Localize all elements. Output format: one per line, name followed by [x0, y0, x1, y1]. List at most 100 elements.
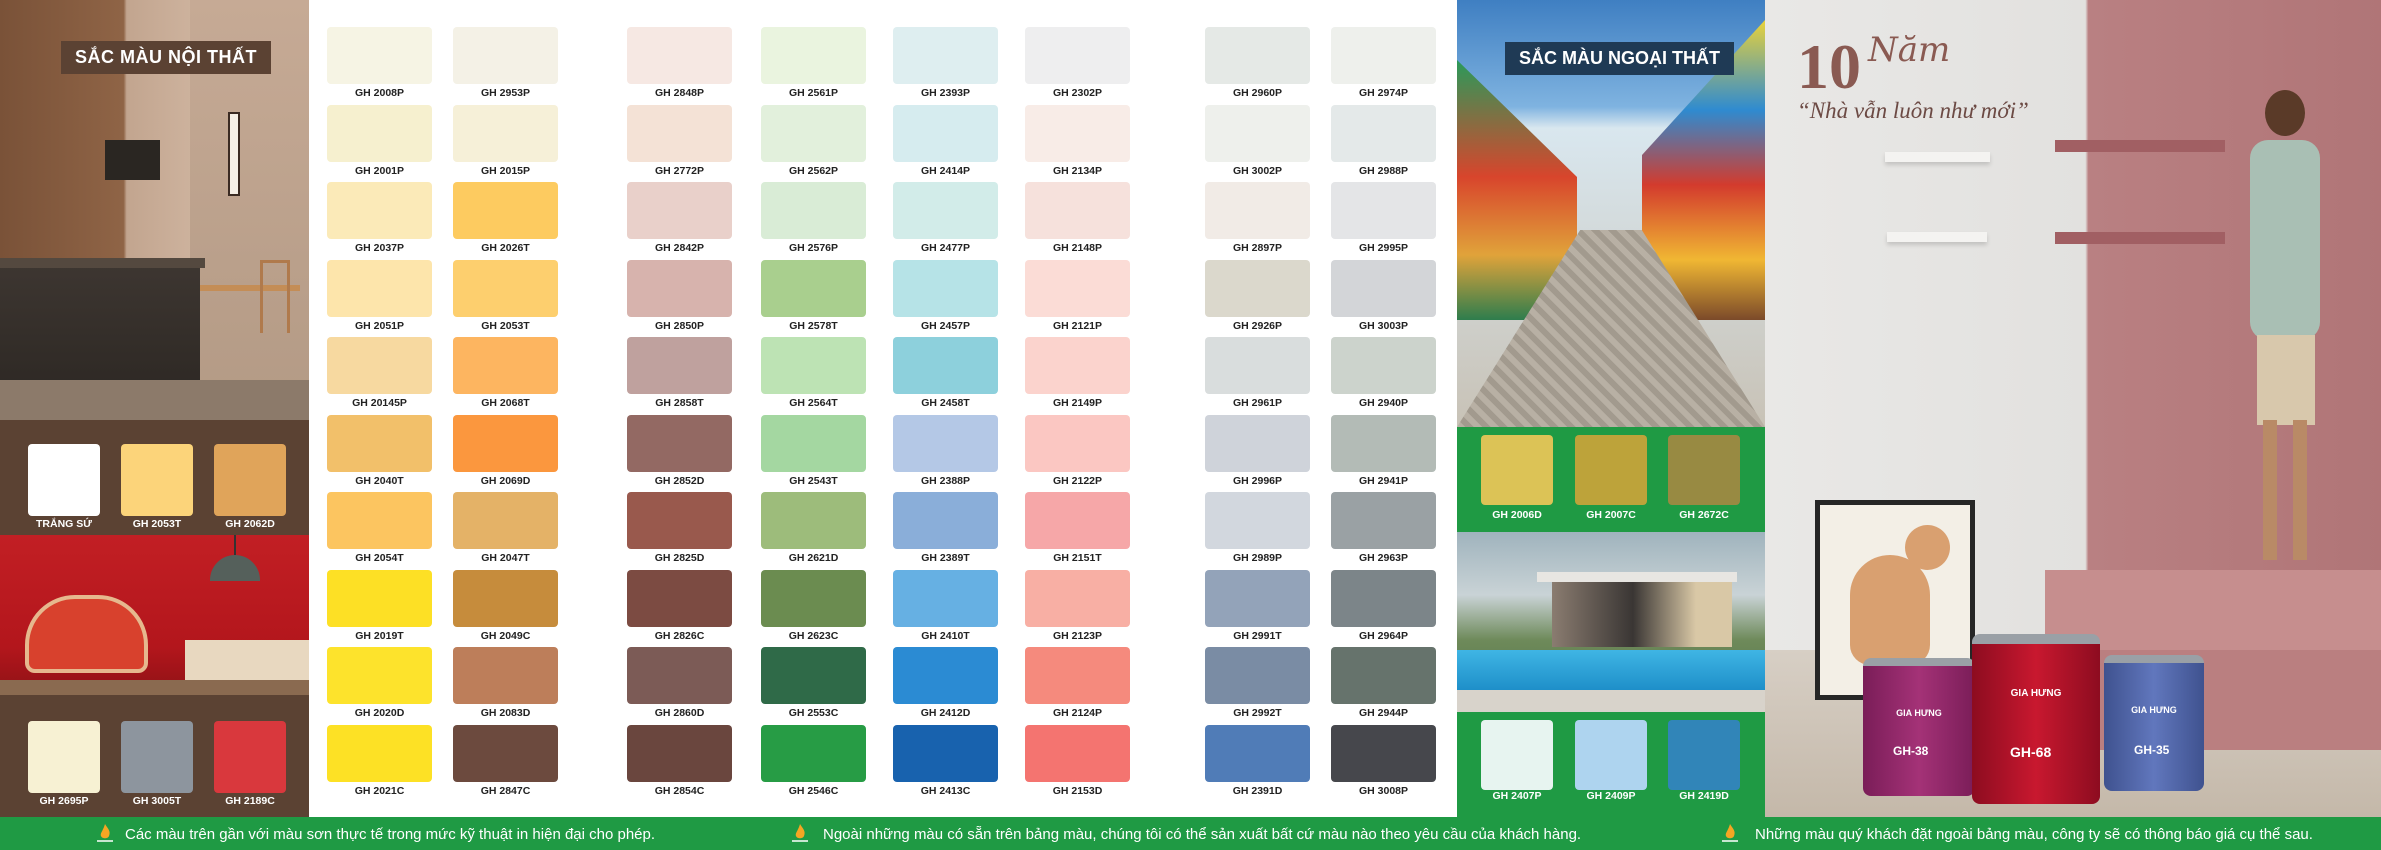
swatch-code: GH 2457P — [920, 319, 971, 332]
palette-swatch — [1331, 647, 1436, 704]
swatch-code: GH 3008P — [1358, 784, 1409, 797]
swatch-code: GH 2543T — [789, 474, 838, 487]
swatch-code: GH 2944P — [1358, 707, 1409, 719]
palette-swatch — [327, 492, 432, 549]
swatch-code: GH 2037P — [354, 242, 405, 254]
swatch-code: GH 2564T — [789, 397, 838, 409]
swatch-code: GH 2953P — [480, 87, 531, 99]
swatch-code: GH 3003P — [1358, 319, 1409, 332]
palette-swatch — [627, 182, 732, 239]
ten-years-number: 10 — [1797, 31, 1861, 102]
wall-shelf-4 — [2055, 232, 2225, 244]
can-name: GH-35 — [2134, 743, 2170, 757]
palette-swatch — [1205, 724, 1310, 782]
palette-swatch — [761, 337, 866, 394]
palette-swatch — [627, 337, 732, 394]
palette-swatch — [1205, 104, 1310, 162]
palette-swatch — [1205, 492, 1310, 549]
paint-can-gh38: GIA HƯNG GH-38 — [1863, 658, 1975, 796]
palette-swatch — [627, 724, 732, 782]
flame-logo-icon — [97, 824, 113, 842]
swatch-code: GH 2121P — [1052, 319, 1103, 332]
swatch-code: GH 2053T — [481, 319, 530, 332]
palette-swatch — [1205, 337, 1310, 394]
swatch-code: GH 2941P — [1358, 474, 1409, 487]
palette-swatch — [1331, 337, 1436, 394]
palette-swatch — [761, 492, 866, 549]
palette-swatch — [893, 492, 998, 549]
palette-swatch — [453, 27, 558, 84]
wall-shelf-3 — [2055, 140, 2225, 152]
palette-swatch — [1205, 414, 1310, 472]
palette-swatch — [761, 647, 866, 704]
palette-swatch — [1331, 104, 1436, 162]
swatch-code: GH 2040T — [355, 474, 404, 487]
swatch-code: GH 2578T — [789, 319, 838, 332]
promo-slogan: “Nhà vẫn luôn như mới” — [1797, 98, 2029, 123]
swatch-code: GH 2974P — [1358, 87, 1409, 99]
palette-swatch — [1025, 569, 1130, 627]
swatch-code: GH 2388P — [920, 474, 971, 487]
palette-swatch — [1025, 724, 1130, 782]
swatch-code: GH 2393P — [920, 87, 971, 99]
palette-swatch — [1025, 492, 1130, 549]
palette-swatch — [327, 414, 432, 472]
palette-swatch — [761, 104, 866, 162]
palette-swatch — [627, 647, 732, 704]
swatch-code: GH 2553C — [788, 707, 839, 719]
palette-swatch — [327, 104, 432, 162]
swatch-code: GH 2852D — [654, 474, 705, 487]
swatch-code: GH 2996P — [1232, 474, 1283, 487]
palette-swatch — [893, 569, 998, 627]
palette-swatch — [1205, 259, 1310, 317]
swatch-code: GH 2148P — [1052, 242, 1103, 254]
palette-swatch — [893, 724, 998, 782]
swatch-code: GH 2897P — [1232, 242, 1283, 254]
exterior-swatch — [1668, 435, 1740, 505]
footer-note-1: Các màu trên gần với màu sơn thực tế tro… — [125, 826, 656, 843]
swatch-code: GH 2964P — [1358, 629, 1409, 642]
palette-swatch — [893, 259, 998, 317]
palette-swatch — [453, 569, 558, 627]
swatch-code: GH 2134P — [1052, 164, 1103, 177]
years-script-word: Năm — [1868, 30, 1951, 70]
exterior-swatch — [1668, 720, 1740, 790]
palette-swatch — [1331, 569, 1436, 627]
villa-walls — [1552, 582, 1732, 647]
swatch-code: GH 2963P — [1358, 552, 1409, 564]
swatch-code: GH 2991T — [1233, 629, 1282, 642]
swatch-code: GH 2847C — [480, 784, 531, 797]
swatch-code: GH 2026T — [481, 242, 530, 254]
swatch-code: GH 3002P — [1232, 164, 1283, 177]
swatch-code: GH 2623C — [788, 629, 839, 642]
palette-swatch — [453, 414, 558, 472]
swatch-code: GH 2149P — [1052, 397, 1103, 409]
swatch-code: GH 2015P — [480, 164, 531, 177]
palette-swatch — [627, 569, 732, 627]
swatch-code: GH 2672C — [1679, 509, 1729, 521]
palette-swatch — [761, 569, 866, 627]
palette-swatch — [1025, 414, 1130, 472]
swatch-code: GH 2054T — [355, 552, 404, 564]
can-name: GH-68 — [2010, 744, 2052, 760]
palette-swatch — [1025, 182, 1130, 239]
palette-swatch — [761, 27, 866, 84]
swatch-code: GH 2019T — [355, 629, 404, 642]
exterior-swatch-band-bottom: GH 2407P GH 2409P GH 2419D — [1457, 712, 1765, 817]
palette-swatch — [893, 104, 998, 162]
footer-note-2: Ngoài những màu có sẵn trên bảng màu, ch… — [823, 826, 1582, 843]
swatch-code: GH 2960P — [1232, 87, 1283, 99]
palette-swatch — [1025, 27, 1130, 84]
paint-can-gh68: GIA HƯNG GH-68 — [1972, 634, 2100, 804]
swatch-code: GH 2989P — [1232, 552, 1283, 564]
swatch-code: GH 2068T — [481, 397, 530, 409]
palette-swatch — [453, 104, 558, 162]
wall-shelf-2 — [1887, 232, 1987, 242]
swatch-code: GH 2562P — [788, 164, 839, 177]
palette-swatch — [1205, 27, 1310, 84]
villa-deck — [1457, 690, 1765, 712]
swatch-code: GH 2850P — [654, 319, 705, 332]
palette-swatch — [1331, 27, 1436, 84]
palette-swatch — [453, 724, 558, 782]
palette-swatch — [761, 259, 866, 317]
